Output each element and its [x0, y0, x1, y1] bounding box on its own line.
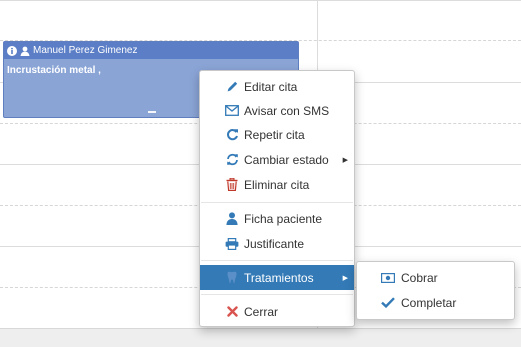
user-icon: [225, 212, 239, 226]
close-icon: [225, 305, 239, 319]
menu-item-eliminar-cita[interactable]: Eliminar cita: [200, 172, 354, 197]
menu-item-label: Justificante: [244, 236, 305, 251]
menu-item-tratamientos[interactable]: Tratamientos ▶: [200, 265, 354, 290]
menu-item-label: Repetir cita: [244, 127, 305, 142]
context-menu: Editar cita Avisar con SMS Repetir cita …: [199, 70, 355, 327]
submenu-caret-icon: ▶: [342, 156, 348, 164]
menu-item-editar-cita[interactable]: Editar cita: [200, 74, 354, 99]
menu-item-label: Cambiar estado: [244, 152, 329, 167]
menu-divider: [201, 294, 353, 295]
menu-item-justificante[interactable]: Justificante: [200, 231, 354, 256]
grid-line: [0, 0, 521, 1]
submenu-caret-icon: ▶: [342, 274, 348, 282]
menu-item-label: Tratamientos: [244, 270, 314, 285]
menu-item-label: Editar cita: [244, 79, 298, 94]
envelope-icon: [225, 104, 239, 118]
tooth-icon: [225, 271, 239, 285]
check-icon: [381, 296, 395, 310]
menu-divider: [201, 260, 353, 261]
menu-divider: [201, 202, 353, 203]
menu-item-ficha-paciente[interactable]: Ficha paciente: [200, 206, 354, 231]
money-icon: [381, 271, 395, 285]
info-icon[interactable]: [7, 45, 17, 56]
resize-handle[interactable]: [148, 111, 156, 113]
menu-item-label: Avisar con SMS: [244, 103, 330, 118]
user-icon: [20, 46, 30, 56]
treatments-submenu: Cobrar Completar: [356, 261, 515, 320]
submenu-item-label: Cobrar: [401, 270, 438, 285]
pencil-icon: [225, 80, 239, 94]
submenu-item-completar[interactable]: Completar: [357, 290, 514, 315]
menu-item-avisar-sms[interactable]: Avisar con SMS: [200, 98, 354, 123]
menu-item-repetir-cita[interactable]: Repetir cita: [200, 122, 354, 147]
trash-icon: [225, 178, 239, 192]
submenu-item-cobrar[interactable]: Cobrar: [357, 265, 514, 290]
refresh-icon: [225, 153, 239, 167]
menu-item-label: Ficha paciente: [244, 211, 323, 226]
menu-item-cerrar[interactable]: Cerrar: [200, 299, 354, 324]
submenu-item-label: Completar: [401, 295, 457, 310]
menu-item-cambiar-estado[interactable]: Cambiar estado ▶: [200, 147, 354, 172]
menu-item-label: Eliminar cita: [244, 177, 310, 192]
patient-name: Manuel Perez Gimenez: [33, 45, 138, 56]
menu-item-label: Cerrar: [244, 304, 279, 319]
calendar-footer: [0, 328, 521, 347]
appointment-header: Manuel Perez Gimenez: [4, 42, 298, 59]
repeat-icon: [225, 128, 239, 142]
print-icon: [225, 237, 239, 251]
